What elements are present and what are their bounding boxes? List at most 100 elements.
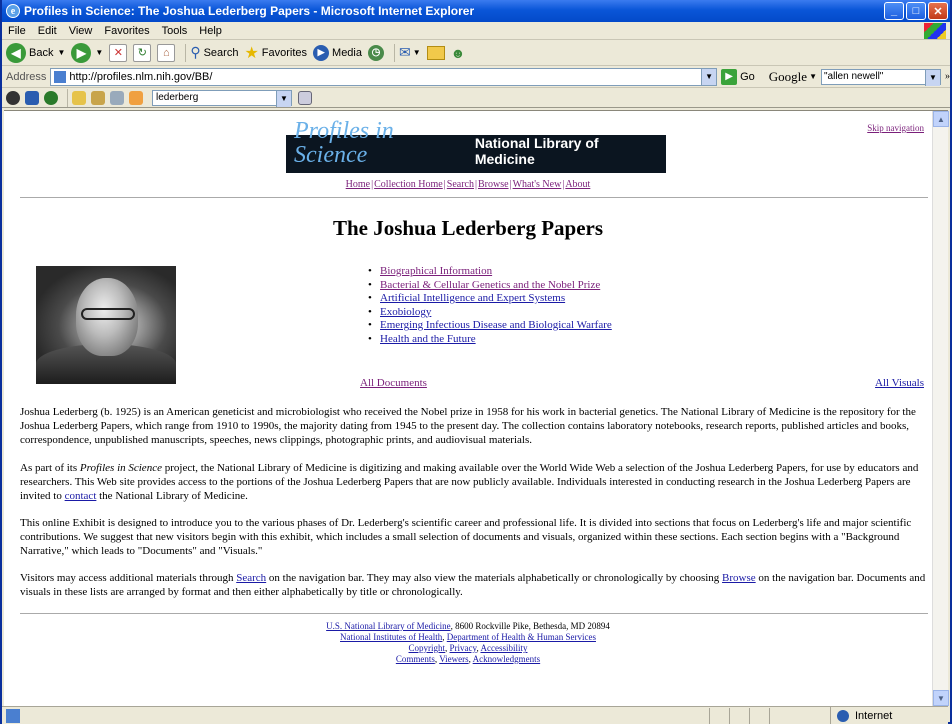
menu-favorites[interactable]: Favorites bbox=[104, 25, 149, 37]
all-documents-link[interactable]: All Documents bbox=[360, 377, 427, 389]
topic-link-health[interactable]: Health and the Future bbox=[380, 333, 476, 345]
media-button[interactable]: ▶ Media bbox=[313, 44, 362, 61]
nav-home[interactable]: Home bbox=[346, 179, 370, 190]
site-banner[interactable]: Profiles in Science National Library of … bbox=[286, 119, 666, 173]
address-input[interactable]: http://profiles.nlm.nih.gov/BB/ ▼ bbox=[50, 67, 718, 86]
nav-collection-home[interactable]: Collection Home bbox=[374, 179, 443, 190]
forward-button[interactable]: ▶ ▼ bbox=[71, 42, 103, 63]
footer-hhs-link[interactable]: Department of Health & Human Services bbox=[447, 632, 596, 642]
footer-address: , 8600 Rockville Pike, Bethesda, MD 2089… bbox=[450, 621, 610, 631]
address-url: http://profiles.nlm.nih.gov/BB/ bbox=[69, 70, 213, 83]
status-bar: Internet bbox=[2, 706, 948, 724]
search-label: Search bbox=[203, 46, 239, 59]
history-icon: ◷ bbox=[368, 44, 384, 61]
folder-icon bbox=[426, 45, 445, 60]
footer-comments-link[interactable]: Comments bbox=[396, 654, 435, 664]
access-paragraph: Visitors may access additional materials… bbox=[20, 572, 926, 598]
contact-link[interactable]: contact bbox=[65, 490, 97, 502]
favorites-button[interactable]: ★ Favorites bbox=[244, 43, 307, 63]
nav-search[interactable]: Search bbox=[447, 179, 474, 190]
footer-viewers-link[interactable]: Viewers bbox=[439, 654, 468, 664]
footer-nlm-link[interactable]: U.S. National Library of Medicine bbox=[326, 621, 450, 631]
status-panel bbox=[749, 707, 750, 724]
menu-view[interactable]: View bbox=[69, 25, 93, 37]
refresh-icon: ↻ bbox=[133, 43, 152, 62]
scroll-down-icon[interactable]: ▼ bbox=[933, 690, 949, 706]
chevron-down-icon[interactable]: ▼ bbox=[276, 90, 291, 107]
project-paragraph: As part of its Profiles in Science proje… bbox=[20, 462, 919, 502]
close-button[interactable]: ✕ bbox=[928, 2, 948, 20]
chevron-down-icon[interactable]: ▼ bbox=[701, 68, 717, 85]
browse-link[interactable]: Browse bbox=[722, 572, 756, 584]
banner-subtitle: National Library of Medicine bbox=[474, 135, 599, 167]
window-title: Profiles in Science: The Joshua Lederber… bbox=[24, 4, 475, 18]
go-icon[interactable] bbox=[298, 90, 312, 105]
status-panel bbox=[769, 707, 770, 724]
skip-navigation-link[interactable]: Skip navigation bbox=[867, 123, 924, 133]
topic-link-ai[interactable]: Artificial Intelligence and Expert Syste… bbox=[380, 292, 565, 304]
go-button[interactable]: ▶ Go bbox=[721, 68, 755, 85]
sound-icon[interactable] bbox=[91, 90, 105, 105]
web-page: Skip navigation Profiles in Science Nati… bbox=[4, 111, 932, 707]
menu-edit[interactable]: Edit bbox=[38, 25, 57, 37]
search-button[interactable]: ⚲ Search bbox=[190, 44, 238, 61]
messenger-button[interactable]: ☻ bbox=[451, 45, 466, 61]
scroll-up-icon[interactable]: ▲ bbox=[933, 111, 949, 127]
media-icon: ▶ bbox=[313, 44, 330, 61]
back-arrow-icon: ◀ bbox=[6, 42, 26, 63]
footer-acknowledgments-link[interactable]: Acknowledgments bbox=[473, 654, 541, 664]
overflow-icon[interactable]: » bbox=[945, 71, 950, 82]
highlight-icon[interactable] bbox=[72, 90, 86, 105]
media-label: Media bbox=[332, 46, 362, 59]
folder-button[interactable] bbox=[426, 45, 445, 60]
topic-list: Biographical Information Bacterial & Cel… bbox=[368, 265, 612, 347]
google-search-input[interactable]: "allen newell" ▼ bbox=[821, 68, 941, 86]
zone-label: Internet bbox=[855, 709, 893, 722]
nav-about[interactable]: About bbox=[565, 179, 590, 190]
refresh-button[interactable]: ↻ bbox=[133, 43, 152, 62]
nav-browse[interactable]: Browse bbox=[478, 179, 509, 190]
search-link[interactable]: Search bbox=[236, 572, 266, 584]
topic-link-exobiology[interactable]: Exobiology bbox=[380, 306, 431, 318]
minimize-button[interactable]: _ bbox=[884, 2, 904, 20]
google-query: "allen newell" bbox=[824, 70, 884, 82]
chevron-down-icon: ▼ bbox=[412, 48, 421, 57]
banner-title: Profiles in Science bbox=[294, 118, 394, 168]
list-item: Emerging Infectious Disease and Biologic… bbox=[368, 319, 612, 333]
footer-privacy-link[interactable]: Privacy bbox=[450, 643, 477, 653]
page-icon[interactable] bbox=[110, 90, 124, 105]
mail-button[interactable]: ✉ ▼ bbox=[399, 44, 421, 61]
vertical-scrollbar[interactable]: ▲ ▼ bbox=[932, 111, 949, 706]
maximize-button[interactable]: □ bbox=[906, 2, 926, 20]
page-viewport: Skip navigation Profiles in Science Nati… bbox=[4, 110, 949, 707]
list-item: Artificial Intelligence and Expert Syste… bbox=[368, 292, 612, 306]
search-icon: ⚲ bbox=[190, 44, 201, 60]
divider bbox=[20, 613, 928, 614]
page-title: The Joshua Lederberg Papers bbox=[332, 216, 604, 240]
menu-tools[interactable]: Tools bbox=[162, 25, 188, 37]
history-icon[interactable] bbox=[44, 90, 58, 105]
topic-link-biographical[interactable]: Biographical Information bbox=[380, 265, 492, 277]
stop-button[interactable]: ✕ bbox=[109, 43, 128, 62]
title-bar: e Profiles in Science: The Joshua Lederb… bbox=[2, 0, 950, 22]
back-button[interactable]: ◀ Back ▼ bbox=[6, 42, 65, 63]
flag-icon[interactable] bbox=[129, 90, 143, 105]
all-visuals-link[interactable]: All Visuals bbox=[875, 377, 924, 389]
menu-file[interactable]: File bbox=[8, 25, 26, 37]
chevron-down-icon[interactable]: ▼ bbox=[925, 69, 940, 86]
footer-accessibility-link[interactable]: Accessibility bbox=[480, 643, 527, 653]
toolbar-search-input[interactable]: lederberg ▼ bbox=[152, 89, 292, 107]
topic-link-genetics[interactable]: Bacterial & Cellular Genetics and the No… bbox=[380, 279, 600, 291]
footer-nih-link[interactable]: National Institutes of Health bbox=[340, 632, 442, 642]
toolbar-logo-icon[interactable] bbox=[6, 90, 20, 105]
history-button[interactable]: ◷ bbox=[368, 44, 384, 61]
search-icon[interactable] bbox=[25, 90, 39, 105]
footer-copyright-link[interactable]: Copyright bbox=[409, 643, 446, 653]
nav-whats-new[interactable]: What's New bbox=[513, 179, 562, 190]
topic-link-infectious-disease[interactable]: Emerging Infectious Disease and Biologic… bbox=[380, 319, 612, 331]
chevron-down-icon[interactable]: ▼ bbox=[809, 72, 817, 81]
home-button[interactable]: ⌂ bbox=[157, 43, 176, 62]
stop-icon: ✕ bbox=[109, 43, 128, 62]
menu-help[interactable]: Help bbox=[199, 25, 222, 37]
list-item: Health and the Future bbox=[368, 333, 612, 347]
